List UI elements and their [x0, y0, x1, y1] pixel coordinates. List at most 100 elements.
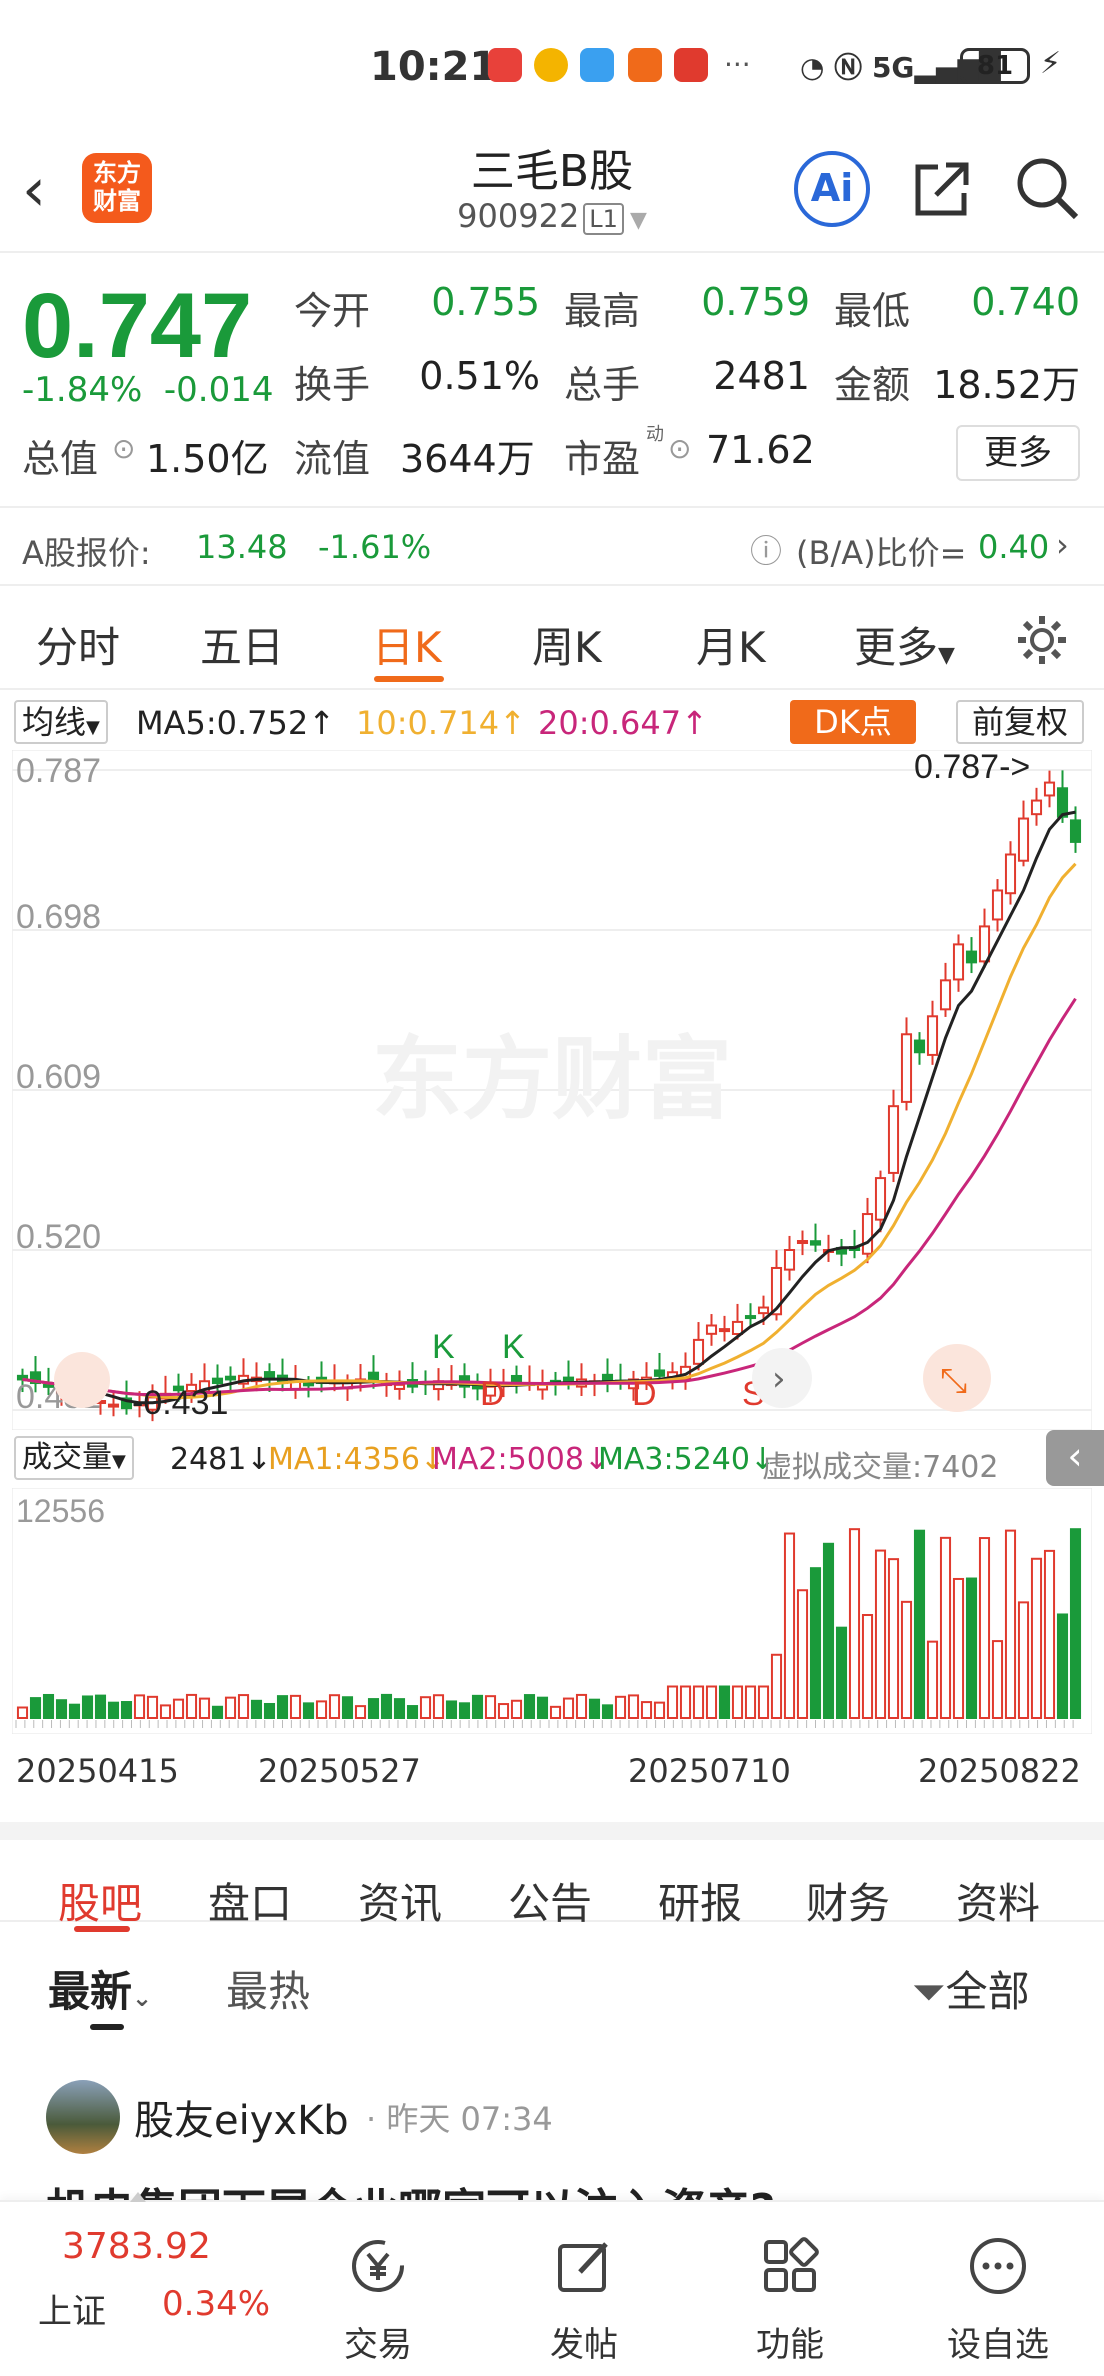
- ai-button[interactable]: Ai: [794, 151, 870, 227]
- nav-trade-label: 交易: [344, 2325, 412, 2365]
- a-share-price: 13.48: [196, 528, 288, 566]
- volume-bar: [874, 1549, 887, 1720]
- avatar[interactable]: [46, 2080, 120, 2154]
- nav-functions[interactable]: 功能: [720, 2232, 860, 2366]
- help-icon[interactable]: ⓘ: [750, 526, 782, 572]
- indicator-select[interactable]: 均线▼: [14, 700, 108, 744]
- tab-pankou[interactable]: 盘口: [208, 1870, 292, 1931]
- volume-bar: [978, 1537, 991, 1719]
- a-share-bar[interactable]: A股报价: 13.48 -1.61% ⓘ (B/A)比价= 0.40 ›: [0, 506, 1104, 586]
- volume-bar: [393, 1698, 406, 1720]
- chevron-down-icon: ▼: [629, 208, 647, 233]
- candle-body: [900, 1033, 913, 1103]
- tab-news[interactable]: 资讯: [358, 1870, 442, 1931]
- open-value: 0.755: [431, 280, 540, 324]
- tab-profile[interactable]: 资料: [956, 1870, 1040, 1931]
- ma10-value: 10:0.714↑: [356, 704, 526, 742]
- a-share-pct: -1.61%: [318, 528, 432, 566]
- tab-guba[interactable]: 股吧: [58, 1870, 142, 1931]
- volume-bar: [133, 1694, 146, 1720]
- info-icon[interactable]: ⊙: [112, 432, 135, 465]
- pe-info-icon[interactable]: ⊙: [668, 432, 691, 465]
- volume-bar: [406, 1705, 419, 1719]
- settings-gear-icon[interactable]: [1012, 610, 1072, 670]
- search-icon[interactable]: [1012, 153, 1082, 223]
- tab-daily-k[interactable]: 日K: [372, 614, 442, 675]
- volume-bar: [16, 1706, 29, 1719]
- active-tab-indicator: [374, 676, 444, 682]
- volume-bar: [536, 1696, 549, 1719]
- volume-bar: [328, 1694, 341, 1720]
- volume-bar: [341, 1696, 354, 1720]
- volume-bar: [211, 1705, 224, 1720]
- volume-bar: [484, 1695, 497, 1719]
- volume-bar: [744, 1685, 757, 1719]
- volume-bar: [354, 1705, 367, 1720]
- volume-bar: [913, 1529, 926, 1719]
- volume-bar: [809, 1567, 822, 1719]
- candle-body: [926, 1015, 939, 1056]
- nav-functions-label: 功能: [756, 2325, 824, 2365]
- share-icon[interactable]: [908, 155, 976, 223]
- volume-bar: [562, 1697, 575, 1719]
- tab-finance[interactable]: 财务: [806, 1870, 890, 1931]
- adjust-select[interactable]: 前复权: [956, 700, 1084, 744]
- candle-body: [809, 1240, 822, 1246]
- volume-bar: [380, 1693, 393, 1719]
- sort-latest-label: 最新: [48, 1967, 133, 2016]
- dk-point-button[interactable]: DK点: [790, 700, 916, 744]
- post-username[interactable]: 股友eiyxKb: [134, 2088, 349, 2146]
- index-pct: 0.34%: [162, 2284, 271, 2324]
- chevron-right-icon: ›: [1056, 526, 1069, 564]
- filter-all-label: 全部: [945, 1967, 1030, 2016]
- volume-bar: [159, 1704, 172, 1720]
- sort-hot[interactable]: 最热: [226, 1958, 310, 2019]
- tab-research[interactable]: 研报: [658, 1870, 742, 1931]
- nav-trade[interactable]: 交易: [308, 2232, 448, 2366]
- tab-monthly-k[interactable]: 月K: [696, 614, 766, 675]
- candle-body: [731, 1320, 744, 1335]
- candle-body: [510, 1374, 523, 1383]
- collapse-panel-button[interactable]: ‹: [1046, 1430, 1104, 1486]
- tab-intraday[interactable]: 分时: [36, 614, 120, 675]
- more-circle-icon: [970, 2238, 1026, 2294]
- sort-latest[interactable]: 最新⌄: [48, 1958, 152, 2019]
- tab-more[interactable]: 更多▼: [854, 614, 955, 675]
- tab-five-day[interactable]: 五日: [200, 614, 284, 675]
- volume-bar: [757, 1685, 770, 1719]
- volume-bar: [224, 1696, 237, 1719]
- low-value: 0.740: [971, 280, 1080, 324]
- volume-indicator-select[interactable]: 成交量▼: [14, 1436, 134, 1480]
- candle-body: [978, 925, 991, 963]
- volume-bar: [731, 1685, 744, 1719]
- caret-down-icon: ▼: [938, 643, 955, 668]
- caret-down-icon: ▼: [112, 1451, 126, 1472]
- volume-bar: [68, 1703, 81, 1720]
- stock-header: ‹ 东方财富 三毛B股 900922 L1 ▼ Ai: [0, 135, 1104, 253]
- index-value[interactable]: 3783.92: [62, 2226, 211, 2267]
- volume-bar: [510, 1699, 523, 1719]
- ratio-value: 0.40: [978, 528, 1050, 566]
- tab-announcements[interactable]: 公告: [508, 1870, 592, 1931]
- high-value: 0.759: [701, 280, 810, 324]
- candlestick-chart[interactable]: 东方财富 0.7870.6980.6090.5200.431 0.787-> -…: [12, 750, 1092, 1430]
- post-item[interactable]: 股友eiyxKb · 昨天 07:34 机电集团下属企业哪家可以注入资产?: [0, 2060, 1104, 2236]
- nav-post[interactable]: 发帖: [514, 2232, 654, 2366]
- content-tabs: 股吧 盘口 资讯 公告 研报 财务 资料: [0, 1822, 1104, 1932]
- volume-bar: [900, 1600, 913, 1719]
- current-price: 0.747: [22, 275, 253, 377]
- more-button[interactable]: 更多: [956, 425, 1080, 481]
- volume-ma1: MA1:4356↓: [268, 1442, 446, 1477]
- candle-body: [874, 1177, 887, 1221]
- volume-bar: [315, 1700, 328, 1719]
- indicator-select-label: 均线: [22, 703, 87, 741]
- tab-weekly-k[interactable]: 周K: [532, 614, 602, 675]
- volume-bar: [614, 1695, 627, 1720]
- filter-all[interactable]: ⏷全部: [912, 1958, 1030, 2019]
- volume-chart[interactable]: 12556: [12, 1488, 1092, 1734]
- candle-body: [1043, 781, 1056, 797]
- more-notifications-icon: ···: [724, 48, 751, 81]
- nav-watchlist[interactable]: 设自选: [928, 2232, 1068, 2366]
- index-name: 上证: [38, 2292, 106, 2332]
- level-badge: L1: [583, 203, 624, 235]
